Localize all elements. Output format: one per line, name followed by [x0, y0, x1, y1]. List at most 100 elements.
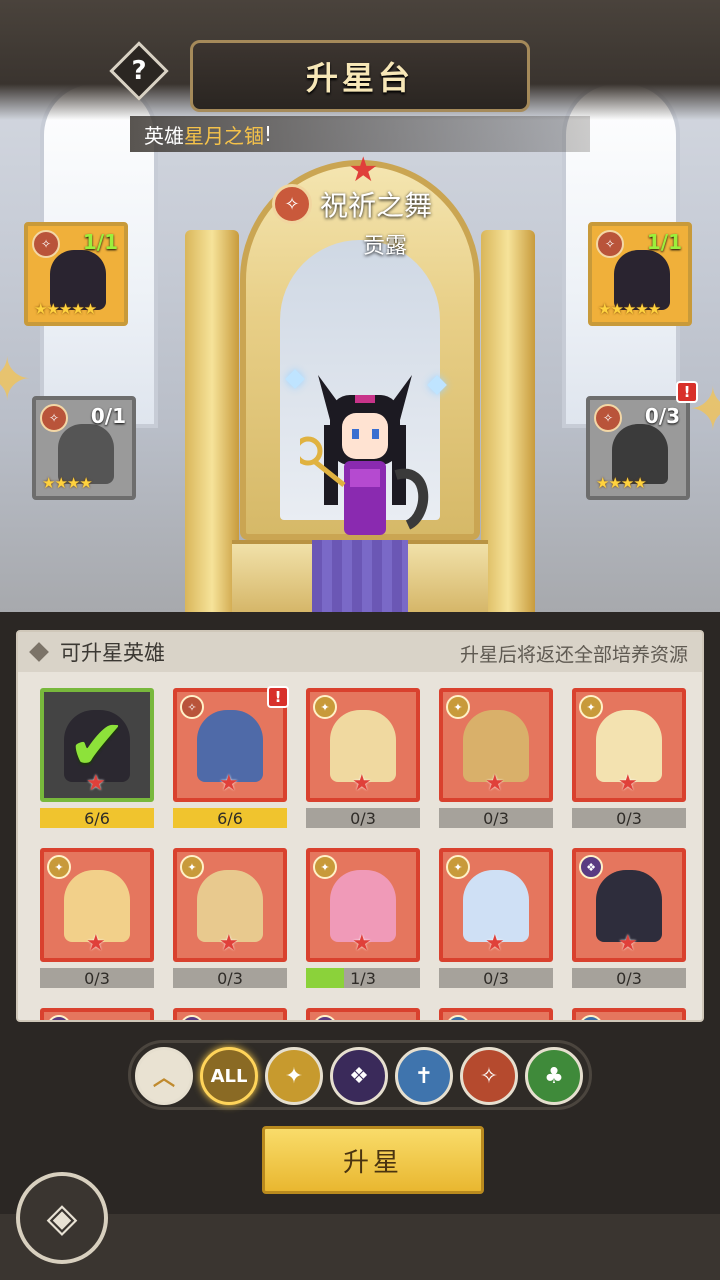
holy-faction-icon: ✝: [446, 1015, 470, 1020]
fox-icon: ✧: [32, 230, 60, 258]
material-card-mid-right[interactable]: ✧ 0/3 ★★★★: [586, 396, 690, 500]
dark-faction-icon[interactable]: ❖: [330, 1047, 388, 1105]
hero-slot[interactable]: ✝: [572, 1008, 686, 1020]
progress-label: 0/3: [217, 968, 243, 988]
hero-card[interactable]: ✦ ★: [40, 848, 154, 962]
hero-card[interactable]: ✝: [572, 1008, 686, 1020]
dark-faction-icon: ❖: [313, 1015, 337, 1020]
decorative-star-icon: ✦: [0, 345, 33, 415]
star-icon: ★: [618, 771, 638, 796]
hero-slot[interactable]: ✦ ★ 0/3: [40, 848, 154, 998]
eligible-heroes-panel: 可升星英雄 升星后将返还全部培养资源 ✔ ★ 6/6 ✧ ! ★ 6/6 ✦ ★…: [16, 630, 704, 1022]
light-faction-icon[interactable]: ✦: [265, 1047, 323, 1105]
material-count: 0/3: [644, 404, 680, 428]
progress-bar: 0/3: [173, 968, 287, 988]
progress-bar: 6/6: [40, 808, 154, 828]
fox-icon: ✧: [596, 230, 624, 258]
panel-title: 可升星英雄: [60, 641, 165, 665]
hero-slot[interactable]: ❖ ★ 0/3: [572, 848, 686, 998]
page-title: 升星台: [305, 59, 414, 97]
hero-card[interactable]: ✦ ★: [173, 848, 287, 962]
diamond-icon: [29, 642, 49, 662]
hero-card[interactable]: ✧ ! ★: [173, 686, 289, 802]
material-count: 1/1: [646, 230, 682, 254]
progress-label: 6/6: [217, 808, 243, 828]
progress-label: 0/3: [350, 808, 376, 828]
all-icon[interactable]: ALL: [200, 1047, 258, 1105]
star-icon: ★: [618, 931, 638, 956]
hero-card[interactable]: ✦ ★: [439, 688, 553, 802]
progress-bar: 0/3: [40, 968, 154, 988]
hero-card[interactable]: ❖: [306, 1008, 420, 1020]
star-icon: ★: [485, 931, 505, 956]
question-icon: ?: [131, 56, 147, 86]
banner-suffix: !: [264, 122, 273, 146]
progress-label: 0/3: [616, 808, 642, 828]
hero-card[interactable]: ❖: [40, 1008, 154, 1020]
rank-chevron-icon[interactable]: ︿: [135, 1047, 193, 1105]
light-faction-icon: ✦: [446, 695, 470, 719]
star-icon: ★: [86, 931, 106, 956]
hero-card[interactable]: ✦ ★: [306, 688, 420, 802]
hero-slot[interactable]: ✦ ★ 1/3: [306, 848, 420, 998]
dark-faction-icon: ❖: [47, 1015, 71, 1020]
progress-bar: 1/3: [306, 968, 420, 988]
light-faction-icon: ✦: [47, 855, 71, 879]
fox-icon: ✧: [40, 404, 68, 432]
light-faction-icon: ✦: [313, 695, 337, 719]
hero-card[interactable]: ✦ ★: [306, 848, 420, 962]
fox-icon: ✧: [594, 404, 622, 432]
material-card-mid-left[interactable]: ✧ 0/1 ★★★★: [32, 396, 136, 500]
star-icon: ★: [352, 771, 372, 796]
light-faction-icon: ✦: [180, 855, 204, 879]
hero-slot[interactable]: ✝: [439, 1008, 553, 1020]
gold-pillar: [185, 230, 239, 612]
hero-card[interactable]: ✝: [439, 1008, 553, 1020]
fox-faction-icon[interactable]: ✧: [460, 1047, 518, 1105]
nature-faction-icon[interactable]: ♣: [525, 1047, 583, 1105]
light-faction-icon: ✦: [446, 855, 470, 879]
material-card-top-left[interactable]: ✧ 1/1 ★★★★★: [24, 222, 128, 326]
hero-banner: 英雄 星月之锢 !: [130, 116, 590, 152]
hero-card[interactable]: ✦ ★: [439, 848, 553, 962]
hero-slot[interactable]: ✔ ★ 6/6: [40, 688, 154, 838]
progress-label: 0/3: [616, 968, 642, 988]
banner-prefix: 英雄: [144, 123, 184, 148]
holy-faction-icon[interactable]: ✝: [395, 1047, 453, 1105]
star-rating: ★★★★★: [598, 300, 661, 318]
dark-faction-icon: ❖: [579, 855, 603, 879]
hero-slot[interactable]: ✦ ★ 0/3: [173, 848, 287, 998]
banner-highlight: 星月之锢: [184, 123, 264, 148]
hero-slot[interactable]: ❖: [173, 1008, 287, 1020]
hero-slot[interactable]: ✦ ★ 0/3: [439, 688, 553, 838]
back-button[interactable]: ◈: [16, 1172, 108, 1264]
progress-bar: 0/3: [306, 808, 420, 828]
hero-slot[interactable]: ❖: [306, 1008, 420, 1020]
holy-faction-icon: ✝: [579, 1015, 603, 1020]
hero-slot[interactable]: ❖: [40, 1008, 154, 1020]
featured-hero-sprite[interactable]: [300, 365, 430, 545]
star-up-button[interactable]: 升星: [262, 1126, 484, 1194]
alert-badge: !: [676, 381, 698, 403]
faction-filter-bar: ︿ ALL ✦ ❖ ✝ ✧ ♣: [128, 1040, 592, 1110]
progress-bar: 0/3: [439, 968, 553, 988]
hero-card[interactable]: ❖: [173, 1008, 287, 1020]
hero-slot[interactable]: ✧ ! ★ 6/6: [173, 686, 289, 838]
material-card-top-right[interactable]: ✧ 1/1 ★★★★★: [588, 222, 692, 326]
hero-card[interactable]: ✔ ★: [40, 688, 154, 802]
hero-slot[interactable]: ✦ ★ 0/3: [306, 688, 420, 838]
hero-card[interactable]: ✦ ★: [572, 688, 686, 802]
progress-label: 0/3: [84, 968, 110, 988]
hero-card[interactable]: ❖ ★: [572, 848, 686, 962]
throne-carpet: [312, 540, 408, 612]
progress-bar: 6/6: [173, 808, 287, 828]
featured-skill[interactable]: ★ ✧ 祝祈之舞 贡露: [268, 150, 458, 259]
hero-slot[interactable]: ✦ ★ 0/3: [439, 848, 553, 998]
material-count: 0/1: [90, 404, 126, 428]
hero-slot[interactable]: ✦ ★ 0/3: [572, 688, 686, 838]
progress-bar: 0/3: [439, 808, 553, 828]
gold-pillar: [481, 230, 535, 612]
hero-name: 贡露: [363, 234, 408, 259]
back-arrow-icon: ◈: [46, 1195, 78, 1241]
fox-icon: ✧: [180, 695, 204, 719]
